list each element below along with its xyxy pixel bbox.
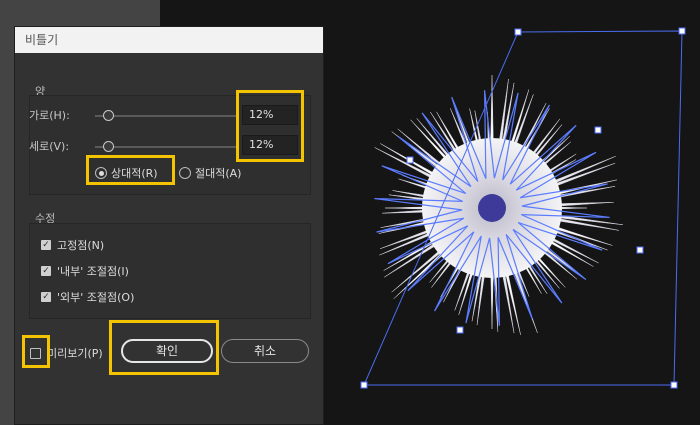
bbox-handle[interactable] [456, 326, 464, 334]
bbox-handle[interactable] [636, 246, 644, 254]
out-control-checkbox[interactable]: ✓ '외부' 조절점(O) [41, 289, 134, 305]
anchor-points-label: 고정점(N) [57, 239, 105, 252]
dialog-title: 비틀기 [15, 27, 323, 53]
absolute-radio[interactable]: 절대적(A) [179, 165, 241, 181]
bbox-handle[interactable] [594, 126, 602, 134]
horizontal-label: 가로(H): [29, 109, 70, 122]
vertical-slider-track[interactable] [95, 146, 237, 148]
cancel-button[interactable]: 취소 [221, 339, 309, 363]
bbox-handle[interactable] [670, 381, 678, 389]
bbox-handle[interactable] [406, 156, 414, 164]
check-icon: ✓ [41, 240, 51, 250]
in-control-checkbox[interactable]: ✓ '내부' 조절점(I) [41, 263, 129, 279]
highlight-relative-option [86, 155, 175, 185]
vertical-label: 세로(V): [29, 140, 70, 153]
check-icon: ✓ [41, 266, 51, 276]
bbox-handle[interactable] [514, 28, 522, 36]
highlight-ok-button [109, 320, 219, 375]
bbox-handle[interactable] [360, 381, 368, 389]
highlight-preview-checkbox [22, 335, 50, 368]
highlight-value-fields [236, 90, 304, 162]
out-control-label: '외부' 조절점(O) [57, 291, 135, 304]
horizontal-slider-track[interactable] [95, 115, 237, 117]
absolute-label: 절대적(A) [195, 167, 242, 180]
check-icon: ✓ [41, 292, 51, 302]
anchor-points-checkbox[interactable]: ✓ 고정점(N) [41, 237, 104, 253]
radio-icon [179, 167, 191, 179]
in-control-label: '내부' 조절점(I) [57, 265, 129, 278]
preview-label: 미리보기(P) [47, 347, 103, 360]
bbox-handle[interactable] [678, 27, 686, 35]
